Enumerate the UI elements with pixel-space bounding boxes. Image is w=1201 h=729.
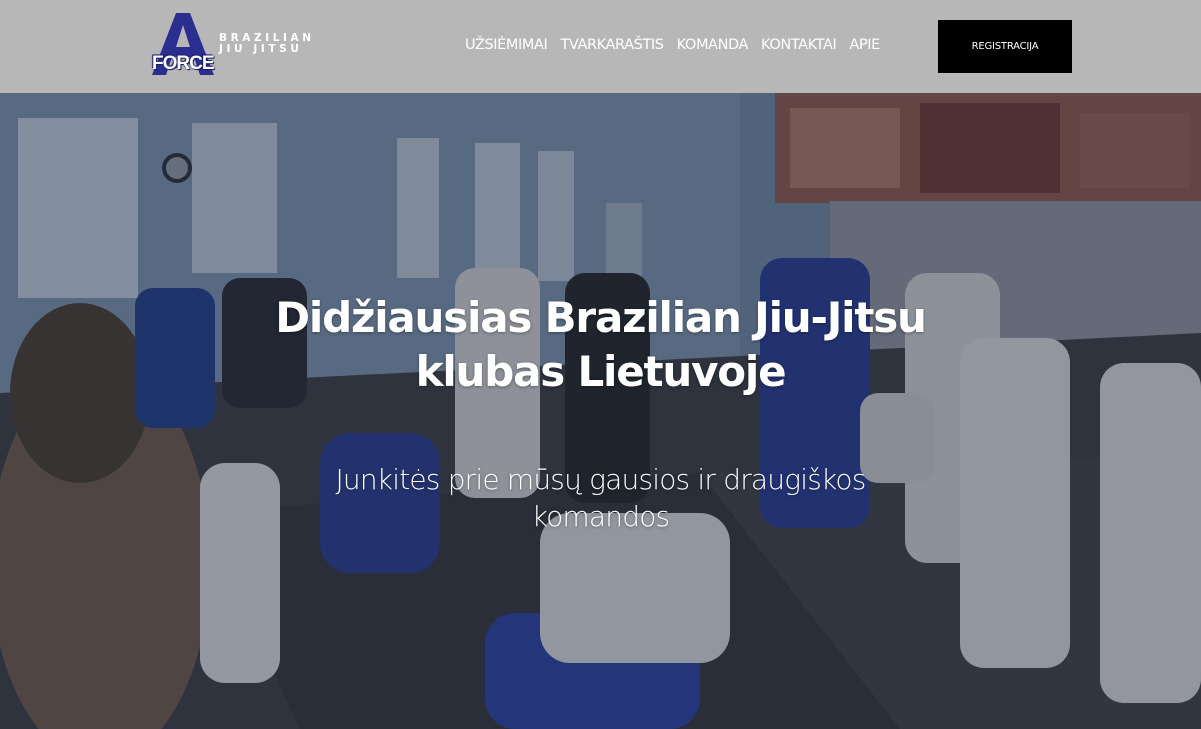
nav-item-kontaktai[interactable]: KONTAKTAI [761, 34, 837, 56]
nav-item-apie[interactable]: APIE [849, 34, 880, 56]
site-logo[interactable]: FORCE BRAZILIAN JIU JITSU [150, 11, 330, 77]
logo-force-text: FORCE [152, 53, 215, 74]
logo-line-2: JIU JITSU [219, 43, 303, 55]
site-header: FORCE BRAZILIAN JIU JITSU UŽSIĖMIMAI TVA… [0, 0, 1201, 93]
hero-subtitle: Junkitės prie mūsų gausios ir draugiškos… [335, 463, 866, 533]
hero-overlay [0, 93, 1201, 729]
main-nav: UŽSIĖMIMAI TVARKARAŠTIS KOMANDA KONTAKTA… [465, 34, 893, 56]
hero-section: Didžiausias Brazilian Jiu-Jitsu klubas L… [0, 93, 1201, 729]
logo-wordmark: BRAZILIAN JIU JITSU [219, 33, 329, 55]
nav-item-uzsiemimai[interactable]: UŽSIĖMIMAI [465, 34, 548, 56]
nav-item-komanda[interactable]: KOMANDA [677, 34, 749, 56]
nav-item-tvarkarastis[interactable]: TVARKARAŠTIS [560, 34, 664, 56]
hero-title: Didžiausias Brazilian Jiu-Jitsu klubas L… [275, 293, 927, 396]
registration-button[interactable]: REGISTRACIJA [938, 20, 1072, 73]
